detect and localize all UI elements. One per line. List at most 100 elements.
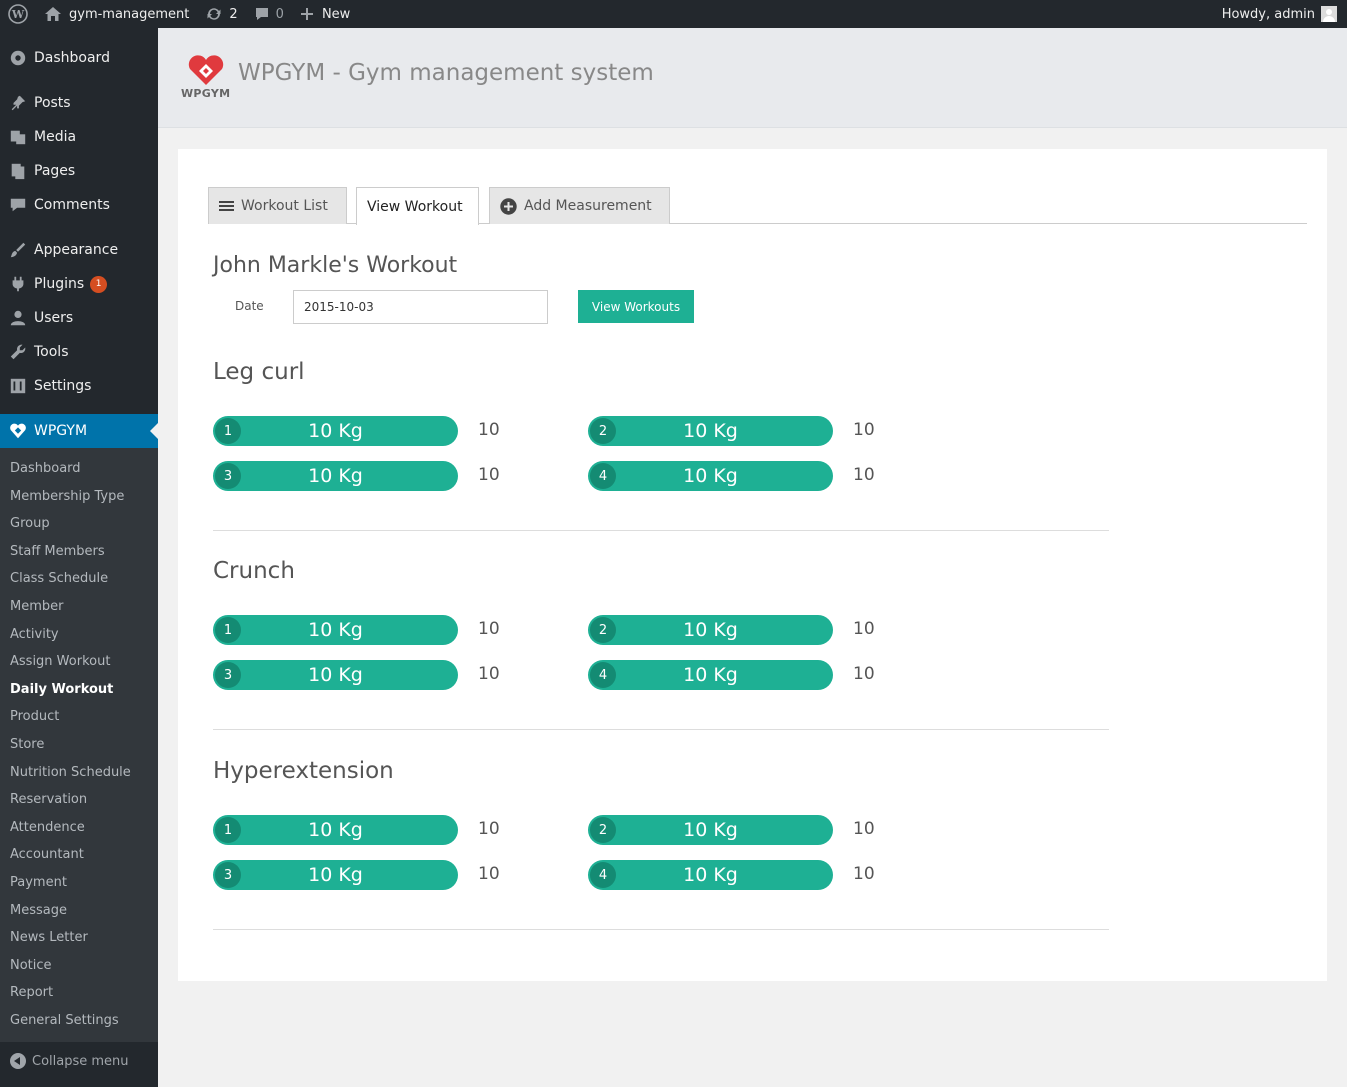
- dashboard-icon: [8, 48, 28, 68]
- refresh-icon: [205, 6, 223, 22]
- comment-icon: [8, 195, 28, 215]
- sidebar-item-wpgym[interactable]: WPGYM: [0, 414, 158, 448]
- set-reps: 10: [478, 465, 500, 485]
- submenu-item-class-schedule[interactable]: Class Schedule: [0, 565, 158, 593]
- submenu-item-assign-workout[interactable]: Assign Workout: [0, 648, 158, 676]
- submenu-item-daily-workout[interactable]: Daily Workout: [0, 676, 158, 704]
- sidebar-item-appearance[interactable]: Appearance: [0, 233, 158, 267]
- wordpress-logo-icon[interactable]: W: [0, 0, 36, 28]
- submenu-item-payment[interactable]: Payment: [0, 869, 158, 897]
- set-number: 3: [215, 862, 241, 888]
- workout-set: 10 Kg 1 10: [213, 815, 503, 846]
- set-number: 1: [215, 418, 241, 444]
- set-reps: 10: [853, 465, 875, 485]
- submenu-item-general-settings[interactable]: General Settings: [0, 1007, 158, 1035]
- tab-view-workout[interactable]: View Workout: [356, 187, 479, 225]
- comment-icon: [254, 6, 270, 22]
- sidebar-item-dashboard[interactable]: Dashboard: [0, 41, 158, 75]
- view-workouts-button[interactable]: View Workouts: [578, 290, 694, 323]
- set-number: 3: [215, 463, 241, 489]
- submenu-item-member[interactable]: Member: [0, 593, 158, 621]
- site-name-link[interactable]: gym-management: [36, 0, 197, 28]
- sidebar-item-label: Plugins: [34, 276, 85, 292]
- collapse-label: Collapse menu: [32, 1053, 129, 1069]
- set-number: 4: [590, 662, 616, 688]
- media-icon: [8, 127, 28, 147]
- collapse-menu-button[interactable]: Collapse menu: [0, 1044, 158, 1078]
- sidebar-item-label: Appearance: [34, 242, 119, 258]
- exercise-name: Hyperextension: [213, 758, 394, 784]
- set-number: 2: [590, 617, 616, 643]
- workout-set: 10 Kg 2 10: [588, 615, 878, 646]
- section-divider: [213, 929, 1109, 930]
- workout-title: John Markle's Workout: [213, 253, 458, 278]
- tab-workout-list[interactable]: Workout List: [208, 187, 347, 224]
- sidebar-item-posts[interactable]: Posts: [0, 86, 158, 120]
- set-number: 4: [590, 862, 616, 888]
- logo-text: WPGYM: [181, 87, 231, 100]
- sidebar-item-pages[interactable]: Pages: [0, 154, 158, 188]
- sidebar-item-settings[interactable]: Settings: [0, 369, 158, 403]
- new-content-link[interactable]: New: [292, 0, 358, 28]
- workout-set: 10 Kg 1 10: [213, 615, 503, 646]
- date-input[interactable]: [293, 290, 548, 324]
- sidebar-item-users[interactable]: Users: [0, 301, 158, 335]
- workout-set: 10 Kg 4 10: [588, 860, 878, 891]
- submenu-item-message[interactable]: Message: [0, 897, 158, 925]
- submenu-item-group[interactable]: Group: [0, 510, 158, 538]
- main-panel: Workout List View Workout Add Measuremen…: [178, 149, 1327, 981]
- set-reps: 10: [853, 864, 875, 884]
- list-icon: [219, 201, 234, 211]
- sidebar-item-comments[interactable]: Comments: [0, 188, 158, 222]
- my-account-link[interactable]: Howdy, admin: [1214, 0, 1339, 28]
- howdy-text: Howdy, admin: [1221, 6, 1315, 22]
- submenu-item-attendence[interactable]: Attendence: [0, 814, 158, 842]
- set-reps: 10: [478, 819, 500, 839]
- pages-icon: [8, 161, 28, 181]
- app-title: WPGYM - Gym management system: [238, 60, 654, 86]
- submenu-item-store[interactable]: Store: [0, 731, 158, 759]
- sidebar-item-label: Comments: [34, 197, 110, 213]
- exercise-name: Crunch: [213, 558, 295, 584]
- submenu-item-product[interactable]: Product: [0, 703, 158, 731]
- home-icon: [44, 6, 62, 22]
- sidebar-item-label: WPGYM: [34, 423, 88, 439]
- tab-label: Workout List: [241, 198, 328, 214]
- settings-icon: [8, 376, 28, 396]
- set-weight: 10 Kg: [308, 819, 363, 841]
- submenu-item-notice[interactable]: Notice: [0, 952, 158, 980]
- workout-set: 10 Kg 2 10: [588, 815, 878, 846]
- submenu-item-news-letter[interactable]: News Letter: [0, 924, 158, 952]
- sidebar-item-tools[interactable]: Tools: [0, 335, 158, 369]
- comments-count: 0: [275, 6, 284, 22]
- sidebar-item-label: Posts: [34, 95, 71, 111]
- sidebar-item-label: Pages: [34, 163, 76, 179]
- submenu-item-reservation[interactable]: Reservation: [0, 786, 158, 814]
- set-weight: 10 Kg: [683, 420, 738, 442]
- new-label: New: [321, 6, 351, 22]
- set-reps: 10: [853, 619, 875, 639]
- comments-link[interactable]: 0: [246, 0, 292, 28]
- sidebar-item-plugins[interactable]: Plugins 1: [0, 267, 158, 301]
- submenu-item-dashboard[interactable]: Dashboard: [0, 455, 158, 483]
- set-reps: 10: [853, 664, 875, 684]
- submenu-item-activity[interactable]: Activity: [0, 621, 158, 649]
- set-number: 1: [215, 817, 241, 843]
- updates-link[interactable]: 2: [197, 0, 245, 28]
- submenu-item-accountant[interactable]: Accountant: [0, 841, 158, 869]
- submenu-item-staff-members[interactable]: Staff Members: [0, 538, 158, 566]
- tab-add-measurement[interactable]: Add Measurement: [489, 187, 670, 224]
- submenu-item-report[interactable]: Report: [0, 979, 158, 1007]
- admin-sidebar: Dashboard Posts Media Pages Comments Appearan…: [0, 28, 158, 1087]
- sidebar-item-media[interactable]: Media: [0, 120, 158, 154]
- section-divider: [213, 530, 1109, 531]
- submenu-item-nutrition-schedule[interactable]: Nutrition Schedule: [0, 759, 158, 787]
- workout-set: 10 Kg 2 10: [588, 416, 878, 447]
- admin-bar: W gym-management 2 0 New Howdy, admin: [0, 0, 1347, 28]
- tab-label: Add Measurement: [524, 198, 652, 214]
- set-reps: 10: [478, 619, 500, 639]
- submenu-item-membership-type[interactable]: Membership Type: [0, 483, 158, 511]
- set-reps: 10: [853, 819, 875, 839]
- workout-set: 10 Kg 4 10: [588, 461, 878, 492]
- set-number: 3: [215, 662, 241, 688]
